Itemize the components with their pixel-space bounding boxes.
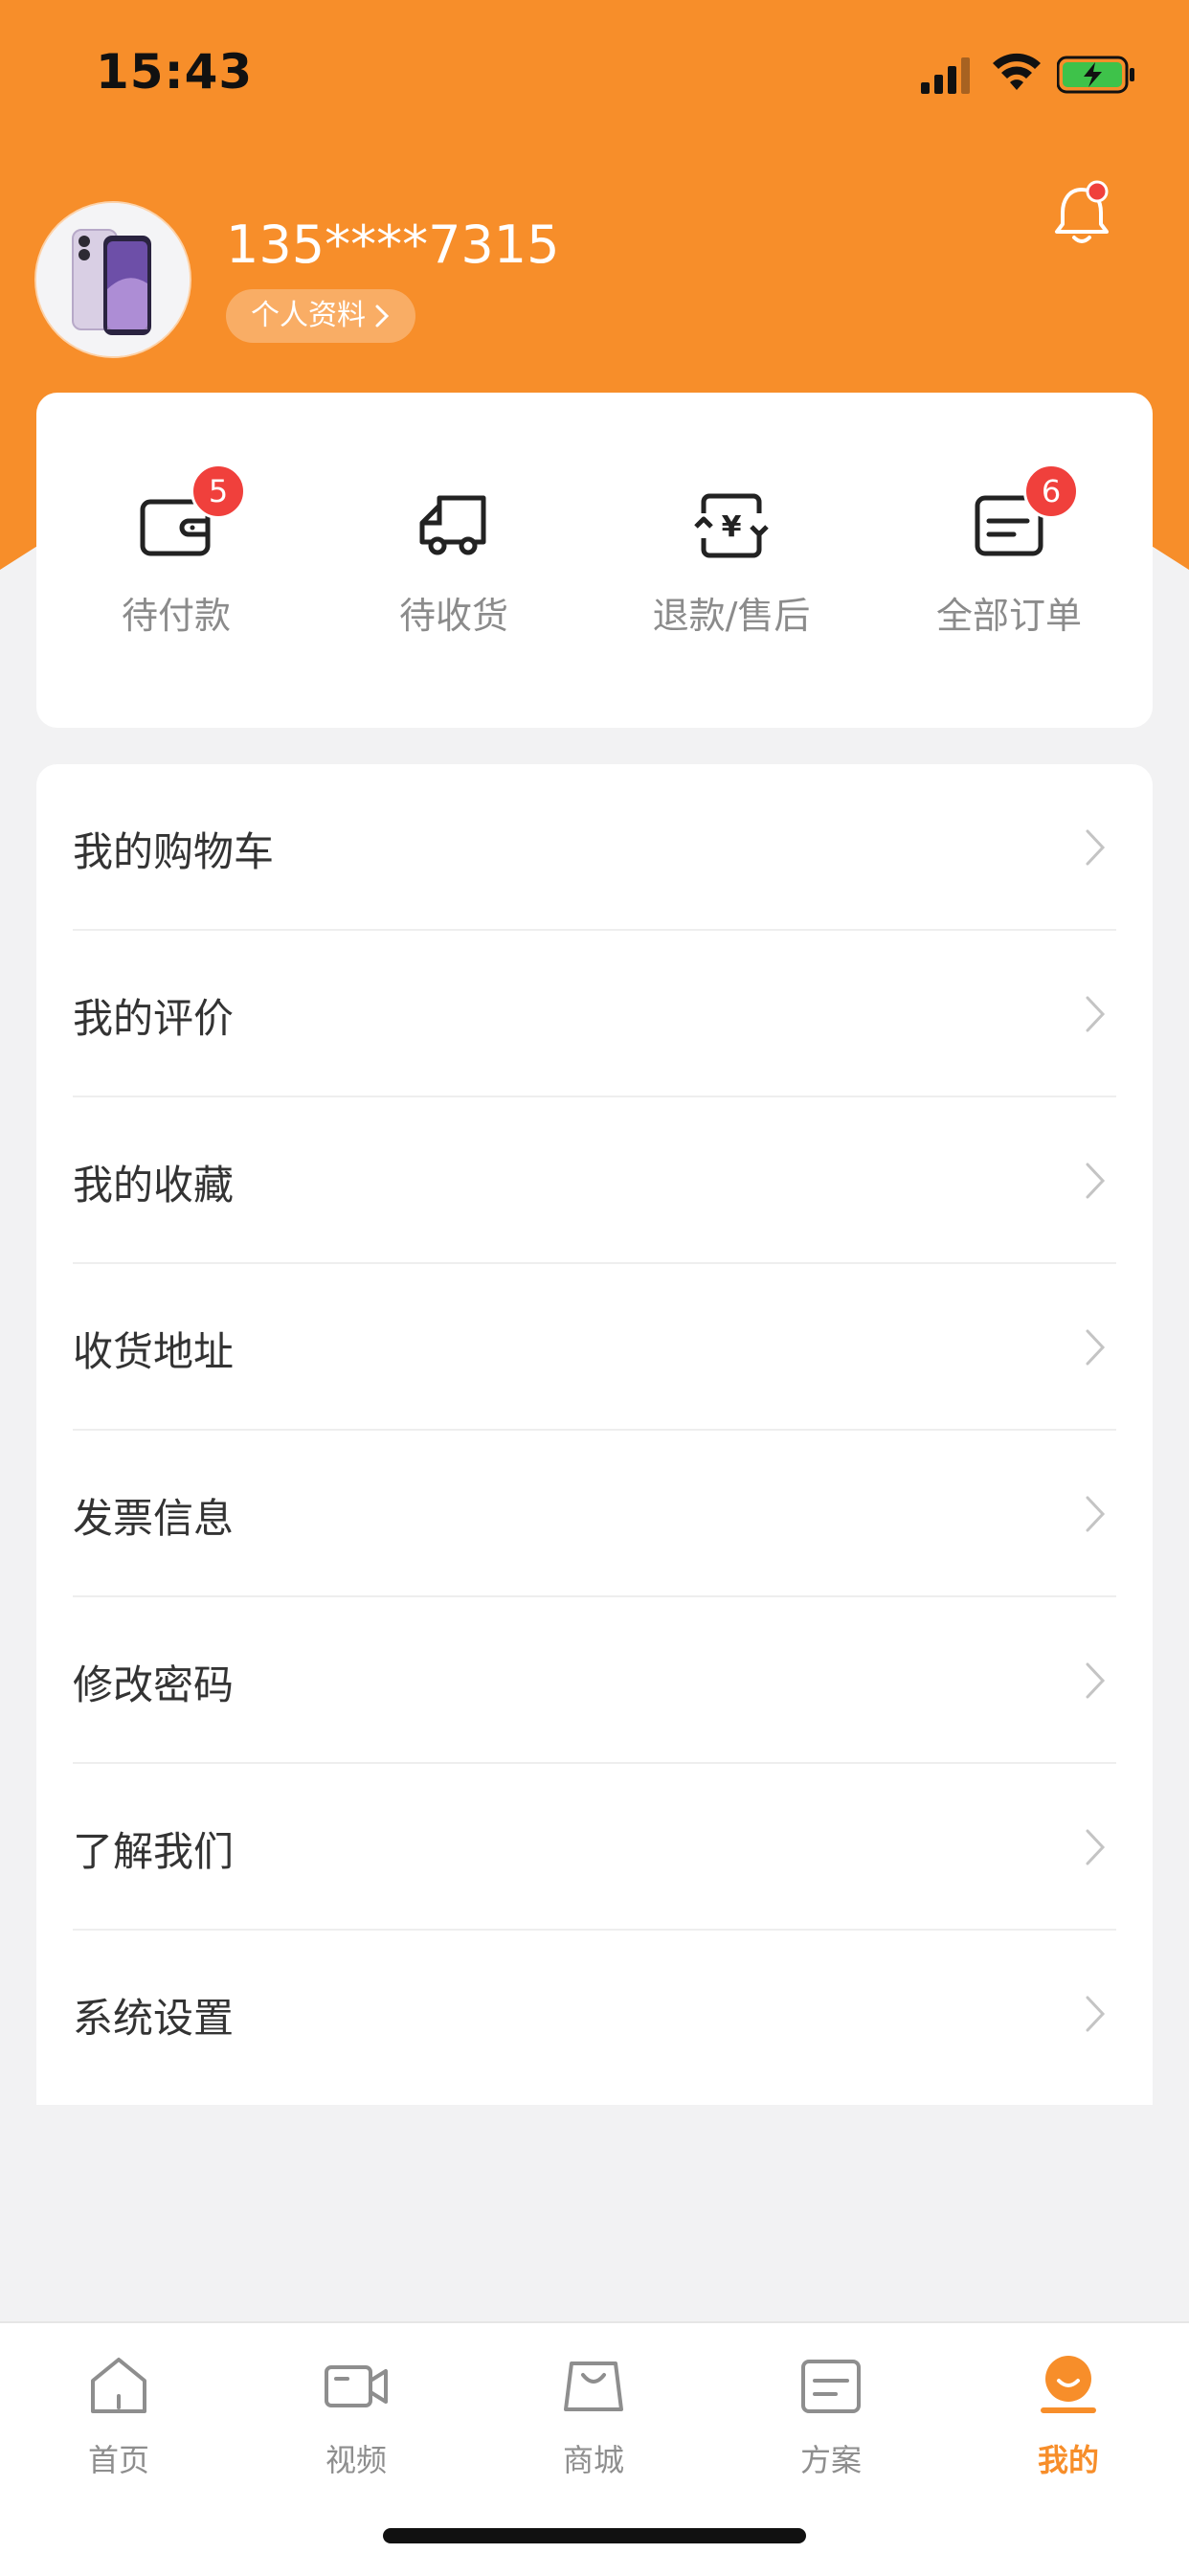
svg-text:¥: ¥ [722, 510, 742, 544]
chevron-right-icon [1086, 1496, 1106, 1532]
wallet-icon: 5 [135, 463, 246, 567]
tab-video[interactable]: 视频 [260, 2352, 452, 2480]
order-label: 全部订单 [935, 595, 1082, 637]
phone-product-image [36, 203, 190, 356]
menu-item-reviews[interactable]: 我的评价 [73, 931, 1116, 1097]
shop-bag-icon [564, 2361, 623, 2411]
menu-item-invoice[interactable]: 发票信息 [73, 1431, 1116, 1597]
order-pending-delivery[interactable]: 待收货 [348, 485, 559, 676]
delivery-truck-icon [413, 485, 495, 567]
avatar[interactable] [36, 203, 190, 356]
chevron-right-icon [1086, 1163, 1106, 1199]
menu-item-address[interactable]: 收货地址 [73, 1264, 1116, 1431]
menu-item-label: 发票信息 [73, 1495, 235, 1542]
chevron-right-icon [1086, 1662, 1106, 1699]
menu-item-cart[interactable]: 我的购物车 [73, 764, 1116, 931]
menu-item-label: 了解我们 [73, 1828, 235, 1875]
order-list-icon: 6 [968, 463, 1079, 567]
order-label: 待收货 [398, 595, 508, 637]
status-bar: 15:43 [0, 0, 1189, 144]
tab-label: 方案 [799, 2442, 862, 2478]
chevron-right-icon [1086, 829, 1106, 866]
order-status-card: 5 待付款 待收货 ¥ 退款/售后 6 全部订单 [36, 393, 1153, 728]
tab-home[interactable]: 首页 [23, 2352, 214, 2480]
home-icon [91, 2358, 146, 2413]
menu-item-label: 我的购物车 [73, 828, 275, 875]
tab-plan[interactable]: 方案 [735, 2352, 927, 2480]
user-phone-number: 135****7315 [226, 215, 560, 275]
order-refund-after-sales[interactable]: ¥ 退款/售后 [626, 485, 837, 676]
menu-item-favorites[interactable]: 我的收藏 [73, 1097, 1116, 1264]
chevron-right-icon [1086, 1829, 1106, 1865]
chevron-right-icon [1086, 996, 1106, 1032]
home-indicator [383, 2528, 806, 2543]
tab-label: 商城 [562, 2442, 624, 2478]
video-icon [325, 2365, 388, 2407]
chevron-right-icon [1086, 1329, 1106, 1366]
wifi-icon [993, 53, 1041, 90]
tab-label: 我的 [1037, 2442, 1099, 2478]
status-time: 15:43 [96, 44, 254, 100]
notification-bell-icon[interactable] [1051, 180, 1112, 247]
profile-details-label: 个人资料 [251, 299, 366, 332]
menu-item-label: 修改密码 [73, 1661, 235, 1708]
battery-charging-icon [1057, 56, 1134, 94]
order-label: 退款/售后 [652, 595, 811, 637]
tab-shop[interactable]: 商城 [498, 2352, 689, 2480]
profile-details-button[interactable]: 个人资料 [226, 289, 415, 343]
plan-icon [801, 2360, 861, 2413]
menu-item-label: 收货地址 [73, 1328, 235, 1375]
order-pending-payment[interactable]: 5 待付款 [71, 463, 281, 676]
profile-icon [1041, 2356, 1096, 2413]
account-menu: 我的购物车 我的评价 我的收藏 收货地址 发票信息 修改密码 了解我们 系统设置 [36, 764, 1153, 2105]
refund-icon: ¥ [690, 485, 773, 567]
menu-item-settings[interactable]: 系统设置 [73, 1931, 1116, 2097]
menu-item-label: 我的评价 [73, 995, 235, 1042]
menu-item-label: 系统设置 [73, 1995, 235, 2042]
order-all[interactable]: 6 全部订单 [904, 463, 1114, 676]
order-label: 待付款 [121, 595, 231, 637]
order-badge: 5 [191, 463, 246, 519]
menu-item-about-us[interactable]: 了解我们 [73, 1764, 1116, 1931]
chevron-right-icon [1086, 1996, 1106, 2032]
tab-label: 首页 [87, 2442, 149, 2478]
order-badge: 6 [1023, 463, 1079, 519]
chevron-right-icon [375, 305, 390, 328]
menu-item-change-password[interactable]: 修改密码 [73, 1597, 1116, 1764]
cellular-signal-icon [921, 57, 970, 94]
tab-mine[interactable]: 我的 [973, 2352, 1164, 2480]
tab-label: 视频 [325, 2442, 387, 2478]
menu-item-label: 我的收藏 [73, 1162, 235, 1209]
